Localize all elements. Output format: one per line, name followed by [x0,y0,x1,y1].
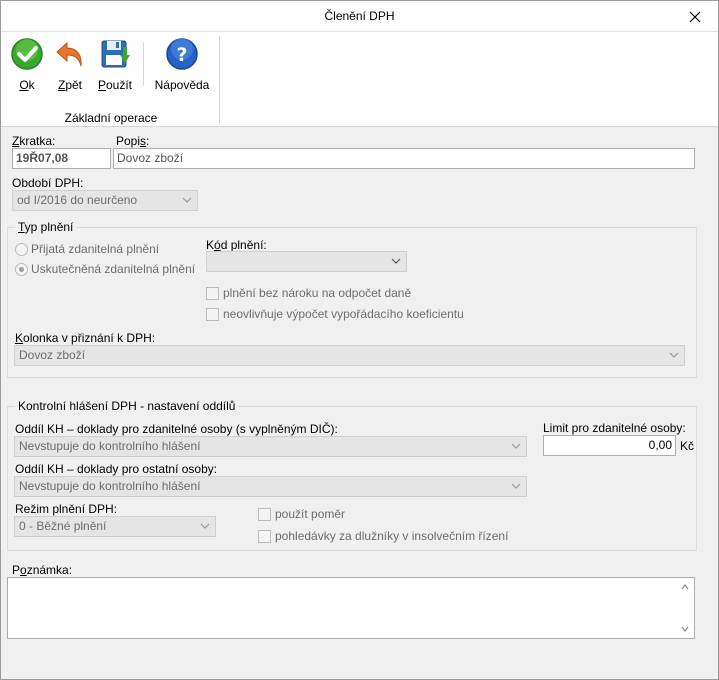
radio-prijata-label: Přijatá zdanitelná plnění [31,242,160,256]
limit-label: Limit pro zdanitelné osoby: [543,421,686,435]
poznamka-label: Poznámka: [12,563,73,577]
kolonka-value: Dovoz zboží [19,348,86,362]
check-pohledavky[interactable]: pohledávky za dlužníky v insolvečním říz… [258,529,508,543]
radio-prijata[interactable]: Přijatá zdanitelná plnění [15,242,159,256]
zkratka-label: Zkratka: [12,134,56,148]
limit-unit: Kč [680,439,695,453]
kod-plneni-select[interactable] [206,251,407,272]
ribbon-toolbar: Ok Zpět Použít ? Nápověda Základní opera… [1,32,718,127]
chevron-down-icon [511,483,521,489]
poznamka-textarea[interactable] [7,577,695,639]
close-icon [689,11,701,22]
scroll-up-icon[interactable] [680,582,690,592]
title-bar: Členění DPH [1,1,718,32]
checkmark-icon [11,38,43,70]
close-button[interactable] [672,1,718,32]
apply-button[interactable]: Použít [95,37,135,92]
obdobi-select[interactable]: od I/2016 do neurčeno [12,190,198,211]
kontrolni-hlaseni-title: Kontrolní hlášení DPH - nastavení oddílů [15,399,239,413]
checkbox-box [206,286,219,300]
chevron-down-icon [669,352,679,358]
window-title: Členění DPH [324,9,395,23]
chevron-down-icon [182,197,192,203]
back-label: Zpět [57,78,83,92]
radio-uskutecnena[interactable]: Uskutečněná zdanitelná plnění [15,262,195,276]
checkbox-box [258,529,271,543]
help-label: Nápověda [154,78,210,92]
ok-label: Ok [19,78,35,92]
svg-text:?: ? [176,44,187,66]
ribbon-group-label: Základní operace [64,111,158,125]
dialog-window: Členění DPH Ok Zpět Použít ? Nápověda Zá… [0,0,719,680]
back-button[interactable]: Zpět [53,37,87,92]
check-neovlivnuje[interactable]: neovlivňuje výpočet vypořádacího koefici… [206,307,464,321]
rezim-label: Režim plnění DPH: [15,502,118,516]
radio-dot [15,242,28,256]
chevron-down-icon [200,523,210,529]
kolonka-label: Kolonka v přiznání k DPH: [15,331,156,345]
rezim-value: 0 - Běžné plnění [19,519,107,533]
kolonka-select[interactable]: Dovoz zboží [14,345,685,366]
checkbox-box [258,507,271,521]
poznamka-scrollbar[interactable] [677,578,694,638]
check-bez-naroku[interactable]: plnění bez nároku na odpočet daně [206,286,411,300]
popis-input[interactable]: Dovoz zboží [113,148,695,169]
undo-arrow-icon [56,41,82,67]
apply-label: Použít [97,78,133,92]
oddil2-label: Oddíl KH – doklady pro ostatní osoby: [15,462,218,476]
scroll-down-icon[interactable] [680,624,690,634]
oddil1-select[interactable]: Nevstupuje do kontrolního hlášení [14,436,527,457]
oddil2-select[interactable]: Nevstupuje do kontrolního hlášení [14,476,527,497]
help-question-icon: ? [166,38,198,70]
check-pouzit-pomer-label: použít poměr [275,507,346,521]
typ-plneni-title: Typ plnění [15,220,77,234]
zkratka-input[interactable]: 19Ř07,08 [12,148,111,169]
ribbon-separator [143,42,144,86]
chevron-down-icon [391,258,401,264]
check-pohledavky-label: pohledávky za dlužníky v insolvečním říz… [275,529,509,543]
radio-dot-selected [15,262,28,276]
ok-button[interactable]: Ok [10,37,44,92]
save-disk-icon [101,40,130,68]
check-pouzit-pomer[interactable]: použít poměr [258,507,345,521]
help-button[interactable]: ? Nápověda [153,37,211,92]
oddil1-value: Nevstupuje do kontrolního hlášení [19,439,201,453]
check-neovlivnuje-label: neovlivňuje výpočet vypořádacího koefici… [223,307,464,321]
check-bez-naroku-label: plnění bez nároku na odpočet daně [223,286,412,300]
obdobi-label: Období DPH: [12,176,84,190]
oddil1-label: Oddíl KH – doklady pro zdanitelné osoby … [15,422,338,436]
obdobi-value: od I/2016 do neurčeno [17,193,138,207]
chevron-down-icon [511,443,521,449]
oddil2-value: Nevstupuje do kontrolního hlášení [19,479,201,493]
radio-uskutecnena-label: Uskutečněná zdanitelná plnění [31,262,196,276]
kod-plneni-label: Kód plnění: [206,238,267,252]
popis-label: Popis: [116,134,150,148]
limit-input[interactable]: 0,00 [543,435,676,456]
rezim-select[interactable]: 0 - Běžné plnění [14,516,216,537]
checkbox-box [206,307,219,321]
